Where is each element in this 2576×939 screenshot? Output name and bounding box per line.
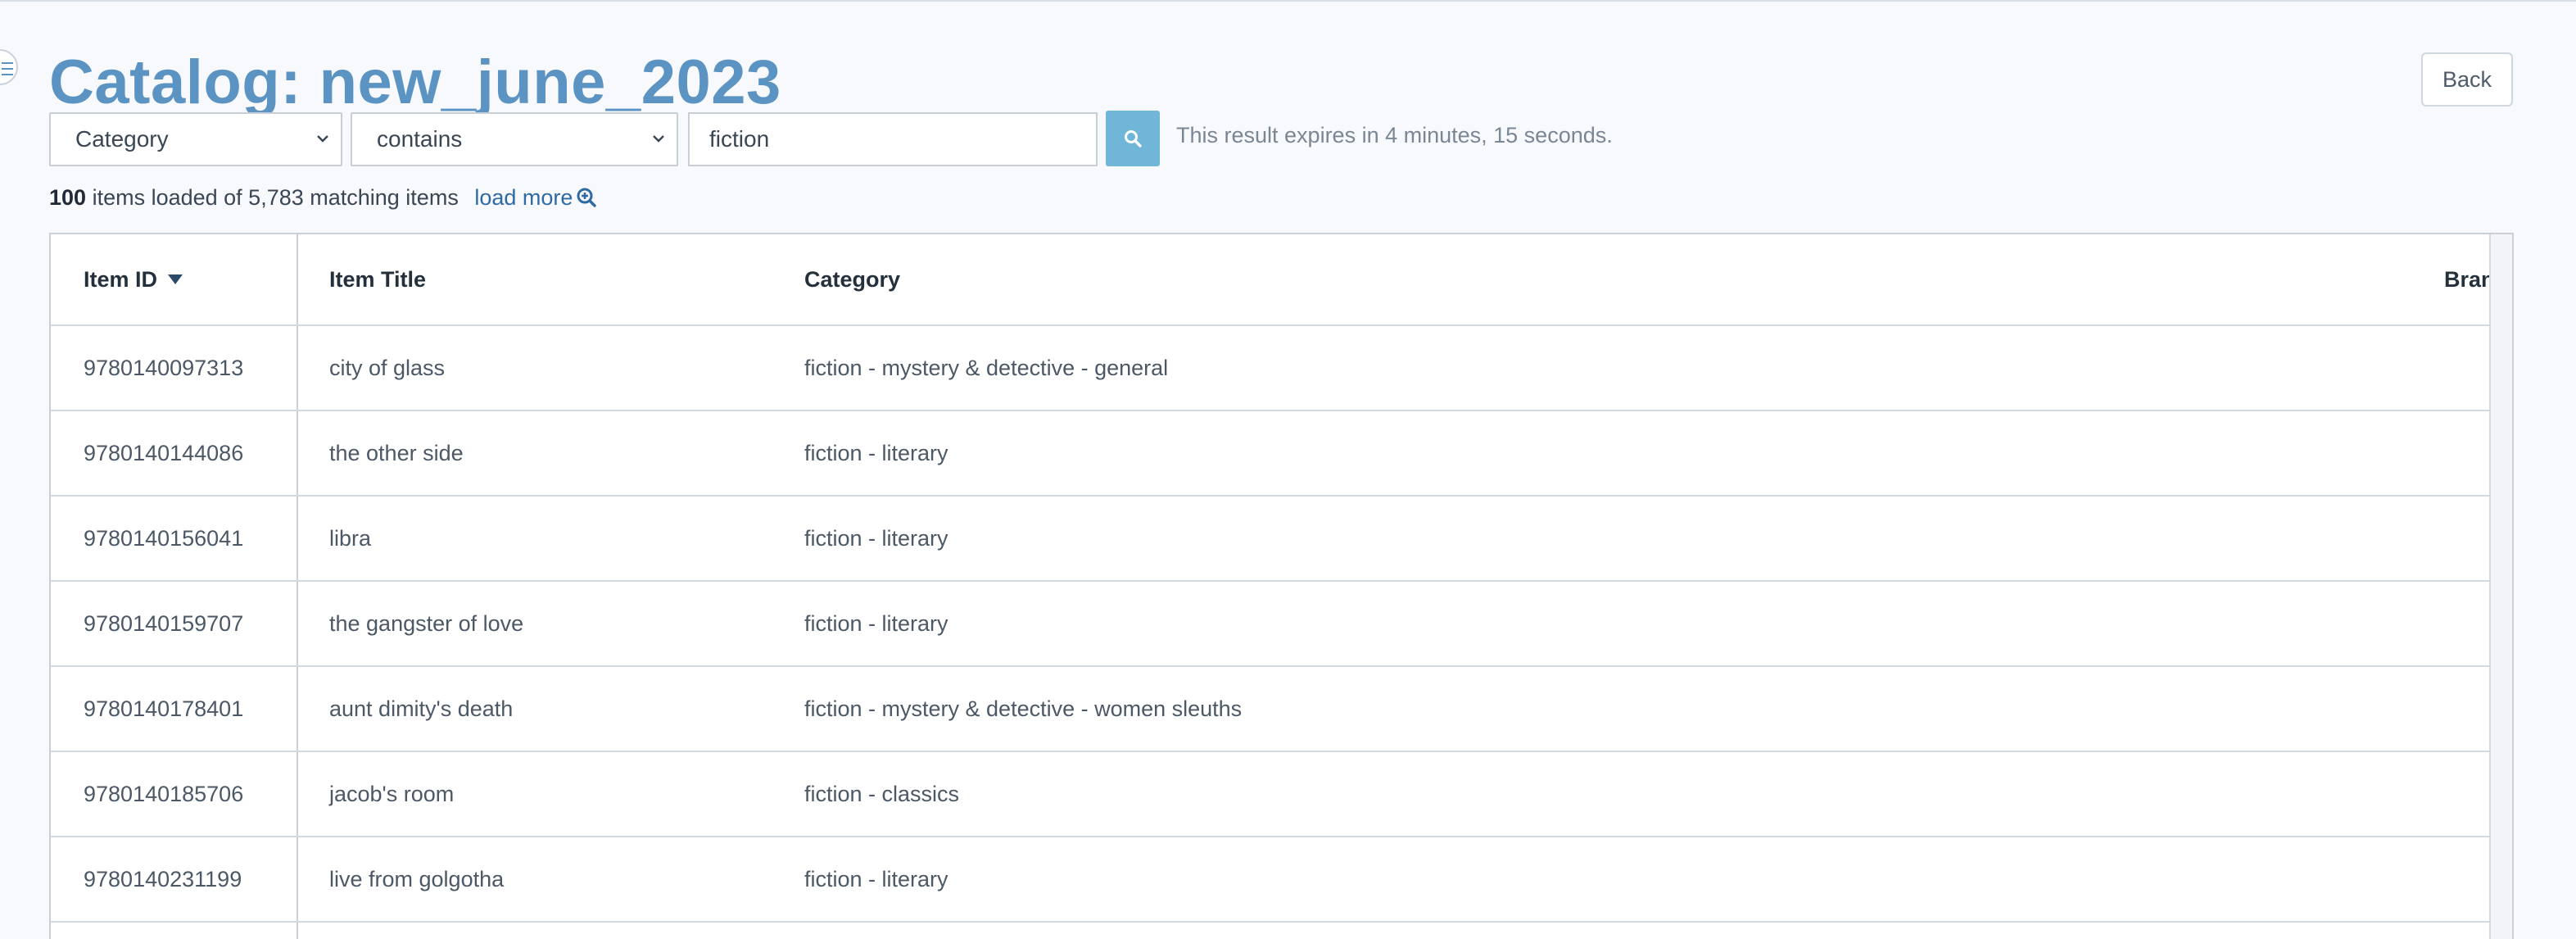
cell-item-id: 9780140159707 — [84, 610, 244, 636]
sort-descending-icon — [168, 274, 183, 284]
sidebar-toggle-button[interactable] — [0, 49, 18, 85]
chevron-down-icon — [653, 135, 664, 143]
cell-item-title: aunt dimity's death — [329, 696, 514, 721]
cell-category: fiction - mystery & detective - general — [804, 355, 1169, 380]
cell-item-title: the other side — [329, 440, 464, 465]
cell-item-title: the gangster of love — [329, 610, 524, 636]
back-button[interactable]: Back — [2421, 52, 2513, 107]
table-row[interactable]: 9780140144086 the other side fiction - l… — [51, 411, 2491, 497]
cell-item-id: 9780140178401 — [84, 696, 244, 721]
filter-value-input[interactable] — [688, 112, 1098, 166]
zoom-in-icon — [577, 188, 597, 207]
top-border — [0, 0, 2576, 2]
cell-item-id: 9780140144086 — [84, 440, 244, 465]
filter-operator-value: contains — [377, 126, 463, 152]
cell-category: fiction - literary — [804, 525, 948, 551]
chevron-down-icon — [317, 135, 328, 143]
cell-item-id: 9780140231199 — [84, 866, 242, 891]
column-header-brand[interactable]: Bran — [2444, 234, 2493, 324]
result-count: 100 items loaded of 5,783 matching items… — [49, 185, 597, 211]
load-more-link[interactable]: load more — [474, 185, 597, 210]
column-header-item-title[interactable]: Item Title — [329, 234, 426, 324]
cell-category: fiction - literary — [804, 440, 948, 465]
menu-icon — [2, 62, 13, 75]
table-row[interactable]: 9780140159707 the gangster of love ficti… — [51, 582, 2491, 667]
column-header-item-id[interactable]: Item ID — [84, 234, 183, 324]
table-scrollbar[interactable] — [2489, 234, 2512, 939]
result-expiry-text: This result expires in 4 minutes, 15 sec… — [1176, 123, 1613, 147]
cell-item-id: 9780140185706 — [84, 781, 244, 806]
table-row[interactable]: 9780140178401 aunt dimity's death fictio… — [51, 667, 2491, 752]
results-table: Item ID Item Title Category Bran 9780140… — [49, 233, 2514, 939]
cell-item-id: 9780140156041 — [84, 525, 244, 551]
table-row[interactable]: 9780140231199 live from golgotha fiction… — [51, 837, 2491, 923]
cell-category: fiction - classics — [804, 781, 960, 806]
load-more-label: load more — [474, 185, 573, 210]
filter-field-value: Category — [75, 126, 169, 152]
table-header-row: Item ID Item Title Category Bran — [51, 234, 2493, 326]
page-title: Catalog: new_june_2023 — [49, 48, 781, 117]
filter-operator-select[interactable]: contains — [351, 112, 678, 166]
table-row[interactable]: 9780140156041 libra fiction - literary — [51, 497, 2491, 582]
cell-category: fiction - literary — [804, 610, 948, 636]
cell-item-title: city of glass — [329, 355, 446, 380]
search-icon — [1125, 130, 1142, 147]
table-row[interactable]: 9780140185706 jacob's room fiction - cla… — [51, 752, 2491, 837]
cell-category: fiction - mystery & detective - women sl… — [804, 696, 1243, 721]
matching-count-text: items loaded of 5,783 matching items — [92, 185, 459, 210]
cell-item-title: jacob's room — [329, 781, 455, 806]
column-header-label: Item ID — [84, 266, 158, 292]
cell-item-id: 9780140097313 — [84, 355, 244, 380]
column-header-category[interactable]: Category — [804, 234, 900, 324]
table-row[interactable]: 9780140097313 city of glass fiction - my… — [51, 326, 2491, 411]
loaded-count: 100 — [49, 185, 87, 210]
cell-item-title: libra — [329, 525, 372, 551]
cell-category: fiction - literary — [804, 866, 948, 891]
filter-field-select[interactable]: Category — [49, 112, 342, 166]
search-button[interactable] — [1106, 111, 1160, 166]
cell-item-title: live from golgotha — [329, 866, 505, 891]
